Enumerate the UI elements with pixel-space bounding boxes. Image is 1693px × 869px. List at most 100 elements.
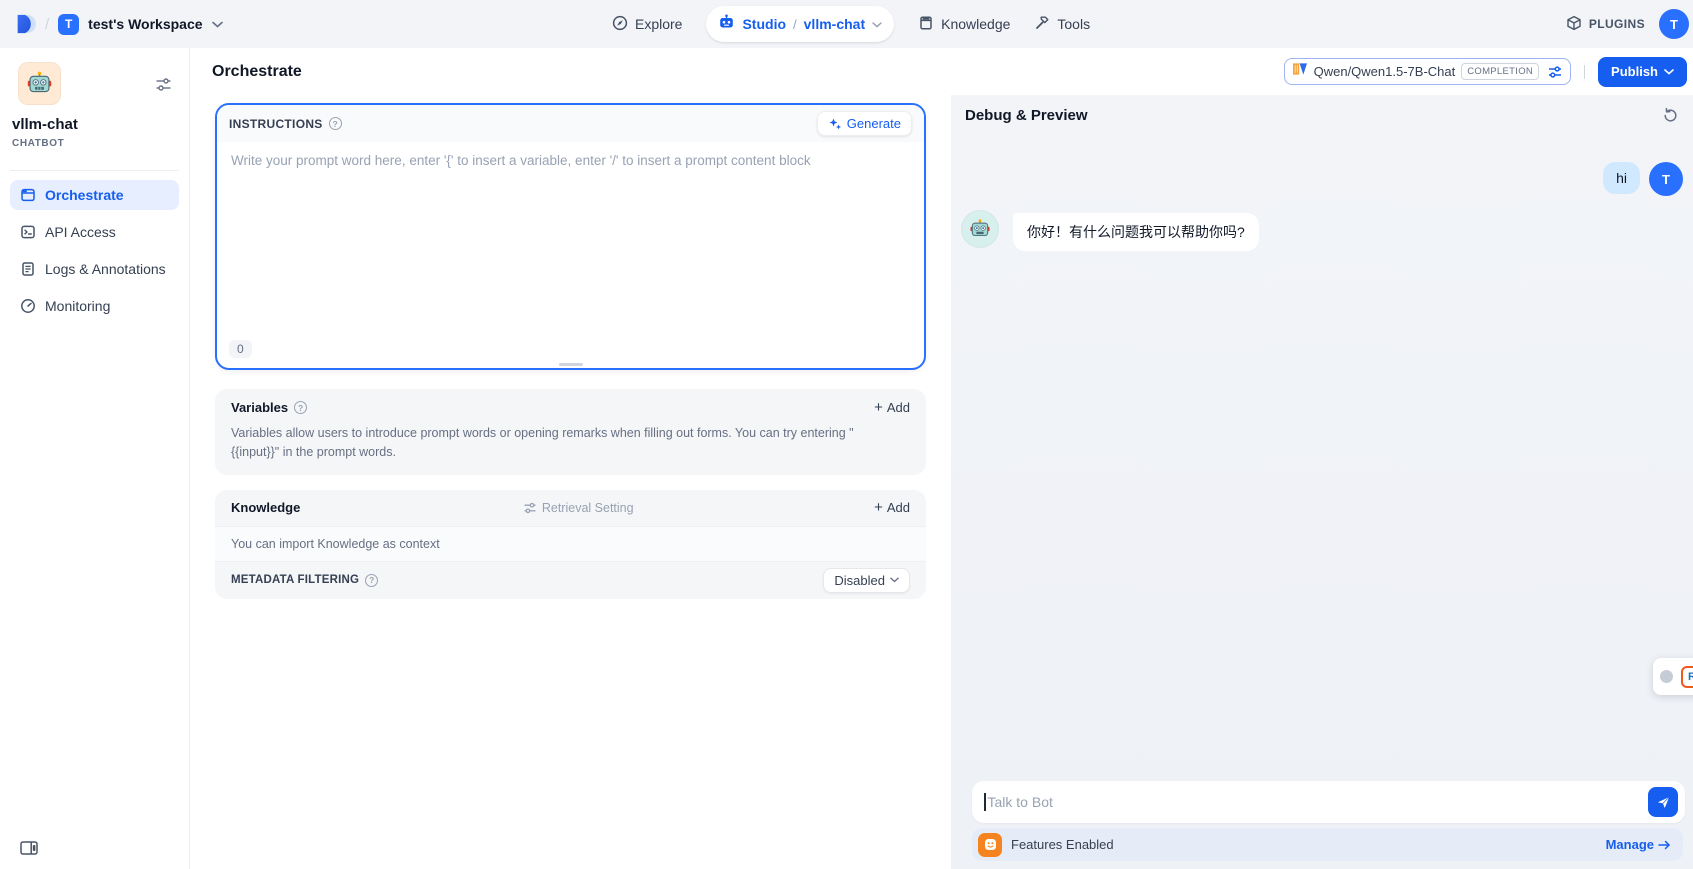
instructions-panel: INSTRUCTIONS ? Generate Write your promp… — [215, 103, 926, 370]
chevron-down-icon — [890, 577, 899, 583]
sidebar-item-label: API Access — [45, 224, 116, 240]
monitoring-gauge-icon — [20, 298, 36, 314]
send-paper-plane-icon — [1656, 795, 1671, 810]
nav-explore[interactable]: Explore — [612, 15, 682, 34]
sidebar-item-orchestrate[interactable]: Orchestrate — [10, 180, 179, 210]
instructions-header: INSTRUCTIONS ? Generate — [217, 105, 924, 142]
assistant-message-bubble: 你好！有什么问题我可以帮助你吗? — [1013, 213, 1259, 251]
chat-input[interactable]: Talk to Bot — [972, 781, 1685, 823]
metadata-filtering-dropdown[interactable]: Disabled — [823, 568, 910, 593]
add-variable-button[interactable]: + Add — [874, 400, 910, 415]
knowledge-description: You can import Knowledge as context — [215, 526, 926, 562]
chevron-down-icon[interactable] — [872, 15, 882, 33]
chat-message-assistant: 你好！有什么问题我可以帮助你吗? — [961, 210, 1259, 251]
user-avatar: T — [1649, 162, 1683, 196]
orchestrate-config-panel: INSTRUCTIONS ? Generate Write your promp… — [190, 95, 951, 869]
add-label: Add — [887, 500, 910, 515]
extension-icon[interactable]: R — [1681, 666, 1693, 688]
retrieval-sliders-icon — [523, 501, 537, 515]
manage-features-link[interactable]: Manage — [1606, 837, 1671, 852]
workspace-badge[interactable]: T — [58, 14, 79, 35]
send-button[interactable] — [1648, 787, 1678, 817]
model-config-sliders-icon[interactable] — [1547, 64, 1563, 80]
publish-button[interactable]: Publish — [1598, 57, 1687, 87]
add-knowledge-button[interactable]: + Add — [874, 500, 910, 515]
manage-label: Manage — [1606, 837, 1654, 852]
model-mode-badge: COMPLETION — [1461, 63, 1539, 80]
top-navigation-bar: / T test's Workspace Explore — [0, 0, 1693, 48]
generate-button[interactable]: Generate — [817, 111, 912, 136]
features-enabled-label: Features Enabled — [1011, 837, 1114, 852]
sidebar-item-api-access[interactable]: API Access — [10, 217, 179, 247]
explore-compass-icon — [612, 15, 628, 34]
metadata-filtering-label: METADATA FILTERING — [231, 574, 359, 586]
app-sidebar: vllm-chat CHATBOT Orchestrate API Access — [0, 48, 190, 869]
model-name: Qwen/Qwen1.5-7B-Chat — [1314, 64, 1456, 79]
plugins-button[interactable]: PLUGINS — [1566, 15, 1645, 34]
debug-preview-panel: Debug & Preview hi T 你好！有 — [951, 95, 1693, 869]
app-name: vllm-chat — [12, 116, 78, 133]
arrow-right-icon — [1658, 840, 1671, 850]
sidebar-item-logs-annotations[interactable]: Logs & Annotations — [10, 254, 179, 284]
help-icon[interactable]: ? — [294, 401, 307, 414]
robot-emoji-icon — [969, 218, 991, 240]
app-icon[interactable] — [18, 62, 61, 105]
model-selector[interactable]: Qwen/Qwen1.5-7B-Chat COMPLETION — [1284, 58, 1571, 85]
generate-label: Generate — [847, 116, 901, 131]
floating-extension-widget[interactable]: R — [1653, 658, 1693, 695]
sidebar-item-label: Monitoring — [45, 298, 110, 314]
add-label: Add — [887, 400, 910, 415]
plus-icon: + — [874, 500, 883, 515]
help-icon[interactable]: ? — [365, 574, 378, 587]
nav-knowledge-label: Knowledge — [941, 16, 1010, 32]
plus-icon: + — [874, 400, 883, 415]
sidebar-item-monitoring[interactable]: Monitoring — [10, 291, 179, 321]
knowledge-title: Knowledge — [231, 500, 300, 515]
resize-handle[interactable] — [559, 363, 583, 366]
user-avatar[interactable]: T — [1659, 9, 1689, 39]
chevron-down-icon — [1664, 69, 1674, 75]
variables-description: Variables allow users to introduce promp… — [231, 424, 856, 463]
retrieval-setting-button[interactable]: Retrieval Setting — [523, 501, 634, 515]
tools-hammer-icon — [1034, 15, 1050, 34]
metadata-filtering-row: METADATA FILTERING ? Disabled — [215, 562, 926, 599]
nav-studio-label: Studio — [742, 16, 786, 32]
sparkle-icon — [828, 117, 842, 131]
user-message-bubble: hi — [1603, 162, 1640, 194]
nav-current-app[interactable]: vllm-chat — [804, 16, 865, 32]
collapse-sidebar-icon[interactable] — [20, 840, 38, 861]
app-settings-sliders-icon[interactable] — [155, 76, 172, 98]
status-dot-icon — [1660, 670, 1673, 683]
nav-explore-label: Explore — [635, 16, 682, 32]
features-icon — [978, 833, 1002, 857]
sidebar-divider — [10, 170, 179, 171]
studio-robot-icon — [718, 13, 735, 35]
page-header: Orchestrate Qwen/Qwen1.5-7B-Chat COMPLET… — [190, 48, 1693, 95]
nav-tools[interactable]: Tools — [1034, 15, 1090, 34]
plugins-box-icon — [1566, 15, 1582, 34]
text-caret — [984, 793, 986, 811]
pill-separator: / — [793, 17, 797, 32]
nav-tools-label: Tools — [1057, 16, 1090, 32]
debug-preview-title: Debug & Preview — [965, 107, 1088, 124]
vllm-logo-icon — [1292, 61, 1308, 82]
help-icon[interactable]: ? — [329, 117, 342, 130]
prompt-editor[interactable]: Write your prompt word here, enter '{' t… — [217, 142, 924, 179]
retrieval-setting-label: Retrieval Setting — [542, 501, 634, 515]
chat-input-placeholder: Talk to Bot — [988, 794, 1053, 810]
chevron-down-icon[interactable] — [212, 21, 223, 28]
features-bar: Features Enabled Manage — [972, 828, 1683, 861]
chat-message-user: hi T — [1603, 162, 1683, 196]
logs-document-icon — [20, 261, 36, 277]
header-divider — [1584, 65, 1585, 79]
nav-knowledge[interactable]: Knowledge — [918, 15, 1010, 34]
sidebar-item-label: Logs & Annotations — [45, 261, 166, 277]
workspace-name[interactable]: test's Workspace — [88, 16, 202, 32]
restart-conversation-icon[interactable] — [1662, 107, 1679, 124]
orchestrate-window-icon — [20, 187, 36, 203]
prompt-placeholder: Write your prompt word here, enter '{' t… — [231, 153, 811, 168]
publish-label: Publish — [1611, 64, 1658, 79]
dify-logo[interactable] — [14, 13, 36, 35]
variables-card: Variables ? + Add Variables allow users … — [215, 389, 926, 475]
nav-studio-active[interactable]: Studio / vllm-chat — [706, 6, 894, 42]
